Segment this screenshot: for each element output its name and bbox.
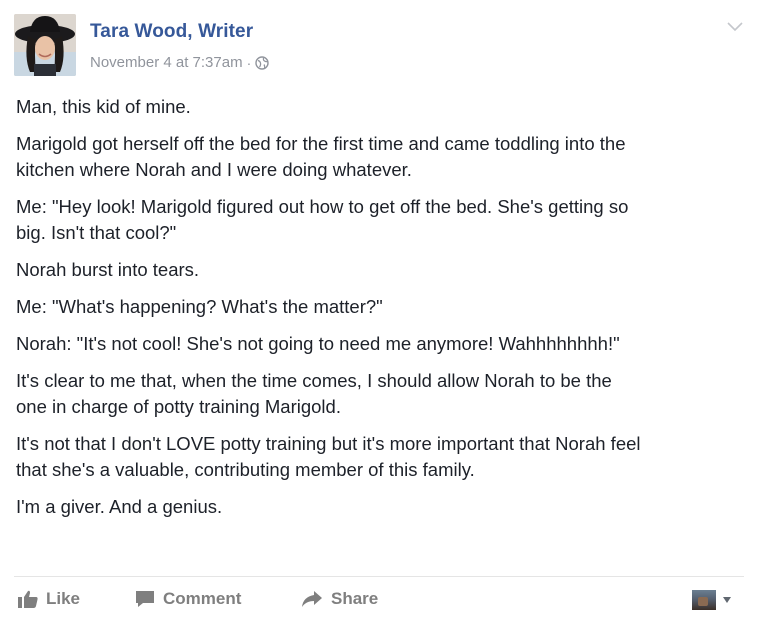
audience-selector[interactable] <box>692 590 732 610</box>
post-body: Man, this kid of mine. Marigold got hers… <box>16 94 736 531</box>
post-paragraph: Me: "What's happening? What's the matter… <box>16 296 383 317</box>
like-label: Like <box>46 589 81 608</box>
comment-icon <box>136 591 154 607</box>
caret-down-icon <box>723 597 731 603</box>
share-button[interactable]: Share <box>300 589 378 609</box>
post-meta: November 4 at 7:37am · <box>90 54 269 71</box>
comment-button[interactable]: Comment <box>134 589 241 609</box>
avatar[interactable] <box>14 14 76 76</box>
post-paragraph: It's clear to me that, when the time com… <box>16 370 612 417</box>
post-paragraph: Norah: "It's not cool! She's not going t… <box>16 333 620 354</box>
comment-label: Comment <box>163 589 242 608</box>
facebook-post: Tara Wood, Writer November 4 at 7:37am ·… <box>0 0 760 622</box>
post-paragraph: Marigold got herself off the bed for the… <box>16 133 626 180</box>
meta-separator: · <box>246 54 252 71</box>
profile-photo <box>14 14 76 76</box>
globe-icon[interactable] <box>255 55 269 70</box>
post-timestamp[interactable]: November 4 at 7:37am <box>90 54 243 71</box>
divider <box>14 576 744 577</box>
post-paragraph: Man, this kid of mine. <box>16 96 191 117</box>
profile-thumbnail <box>692 590 716 610</box>
author-name[interactable]: Tara Wood, Writer <box>90 21 253 43</box>
post-paragraph: I'm a giver. And a genius. <box>16 496 223 517</box>
chevron-down-icon[interactable] <box>726 20 744 34</box>
action-bar: Like Comment Share <box>0 586 760 616</box>
share-arrow-icon <box>302 591 322 607</box>
share-label: Share <box>331 589 379 608</box>
post-paragraph: Me: "Hey look! Marigold figured out how … <box>16 196 629 243</box>
like-button[interactable]: Like <box>17 589 80 609</box>
post-paragraph: Norah burst into tears. <box>16 259 200 280</box>
thumbs-up-icon <box>18 590 38 608</box>
post-paragraph: It's not that I don't LOVE potty trainin… <box>16 433 641 480</box>
